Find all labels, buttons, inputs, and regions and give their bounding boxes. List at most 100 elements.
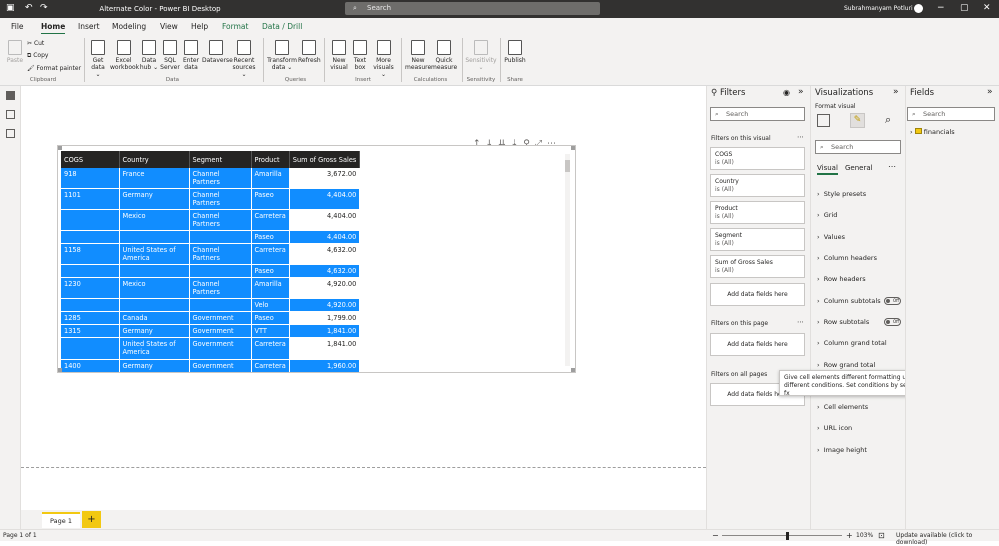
table-row[interactable]: 918 France Channel Partners Amarilla 3,672.0… — [61, 168, 361, 189]
table-cell-product[interactable]: VTT — [251, 373, 289, 374]
table-row[interactable]: 1101 Germany Channel Partners Paseo 4,404.00 — [61, 188, 361, 210]
table-cell-cogs[interactable] — [61, 298, 120, 312]
table-cell-country[interactable]: Germany — [119, 359, 190, 372]
add-page-button[interactable]: + — [82, 511, 101, 528]
zoom-slider-thumb[interactable] — [786, 532, 789, 540]
table-cell-cogs[interactable] — [61, 337, 120, 360]
table-cell-segment[interactable] — [189, 298, 252, 312]
row-subtotals-section[interactable]: › Row subtotals — [817, 318, 869, 326]
table-cell-cogs[interactable]: 1230 — [61, 277, 120, 299]
more-options-icon[interactable]: ⋯ — [797, 133, 804, 141]
menu-file[interactable]: File — [11, 22, 24, 31]
zoom-slider[interactable] — [722, 535, 842, 536]
title-search-input[interactable]: ⌕ Search — [345, 2, 600, 15]
quick-measure-button[interactable]: Quick measure — [431, 40, 457, 71]
filter-card[interactable]: Country is (All) — [710, 174, 805, 197]
row-subtotals-toggle[interactable]: Off — [884, 318, 901, 326]
url-icon-section[interactable]: › URL icon — [817, 424, 852, 432]
table-cell-sales[interactable]: 1,841.00 — [289, 337, 361, 360]
table-cell-segment[interactable]: Channel Partners — [189, 209, 252, 231]
collapse-pane-icon[interactable]: » — [987, 87, 993, 97]
more-options-icon[interactable]: ⋯ — [888, 162, 896, 171]
build-visual-icon[interactable] — [817, 114, 830, 127]
model-view-icon[interactable] — [6, 129, 15, 138]
table-cell-product[interactable]: Carretera — [251, 359, 290, 372]
table-row[interactable]: 1315 Germany Government VTT 1,841.00 — [61, 324, 361, 338]
table-cell-cogs[interactable] — [61, 209, 120, 231]
collapse-pane-icon[interactable]: » — [893, 87, 899, 97]
table-cell-sales[interactable]: 4,404.00 — [289, 188, 361, 210]
table-cell-product[interactable]: Paseo — [251, 230, 290, 244]
report-view-icon[interactable] — [6, 91, 15, 100]
table-cell-cogs[interactable]: 1285 — [61, 311, 120, 325]
table-cell-country[interactable]: Canada — [119, 311, 190, 325]
table-cell-country[interactable] — [119, 298, 190, 312]
collapse-pane-icon[interactable]: » — [798, 87, 804, 97]
menu-insert[interactable]: Insert — [78, 22, 100, 31]
table-row[interactable]: 1158 United States of America Channel Part… — [61, 243, 361, 265]
excel-workbook-button[interactable]: Excel workbook — [110, 40, 139, 71]
table-cell-country[interactable]: Mexico — [119, 277, 190, 299]
zoom-in-icon[interactable]: + — [846, 531, 853, 540]
table-cell-country[interactable] — [119, 264, 190, 278]
table-cell-segment[interactable]: Channel Partners — [189, 168, 252, 189]
filter-card[interactable]: Sum of Gross Sales is (All) — [710, 255, 805, 278]
format-paint-icon[interactable]: ✎ — [850, 113, 865, 128]
grid-section[interactable]: › Grid — [817, 211, 837, 219]
table-row[interactable]: 1230 Mexico Channel Partners Amarilla 4,920.… — [61, 277, 361, 299]
update-available-link[interactable]: Update available (click to download) — [896, 532, 999, 546]
table-cell-product[interactable]: Velo — [251, 298, 290, 312]
row-headers-section[interactable]: › Row headers — [817, 275, 866, 283]
table-cell-product[interactable]: Carretera — [251, 209, 290, 231]
table-cell-product[interactable]: Amarilla — [251, 168, 290, 189]
table-row[interactable]: Paseo 4,632.00 — [61, 264, 361, 278]
column-subtotals-section[interactable]: › Column subtotals — [817, 297, 881, 305]
table-cell-cogs[interactable]: 1315 — [61, 324, 120, 338]
filter-card[interactable]: COGS is (All) — [710, 147, 805, 170]
page-tab[interactable]: Page 1 — [42, 512, 80, 528]
table-cell-product[interactable]: Carretera — [251, 243, 290, 265]
column-header[interactable]: Segment — [189, 151, 252, 168]
sql-server-button[interactable]: SQL Server — [160, 40, 180, 71]
table-cell-product[interactable]: Amarilla — [251, 277, 290, 299]
column-header[interactable]: Sum of Gross Sales — [289, 151, 361, 168]
format-painter-button[interactable]: 🖌 Format painter — [27, 65, 81, 72]
cut-button[interactable]: ✂ Cut — [27, 40, 44, 47]
fit-to-page-icon[interactable]: ⊡ — [878, 531, 885, 540]
data-view-icon[interactable] — [6, 110, 15, 119]
paste-button[interactable]: Paste — [6, 40, 24, 64]
copy-button[interactable]: ⧉ Copy — [27, 52, 48, 60]
tab-visual[interactable]: Visual — [817, 164, 838, 175]
column-headers-section[interactable]: › Column headers — [817, 254, 877, 262]
resize-handle[interactable] — [571, 146, 575, 150]
table-row[interactable]: Paseo 4,404.00 — [61, 230, 361, 244]
filter-card[interactable]: Product is (All) — [710, 201, 805, 224]
zoom-out-icon[interactable]: − — [712, 531, 719, 540]
table-cell-sales[interactable]: 4,632.00 — [289, 243, 361, 265]
add-page-filter-field[interactable]: Add data fields here — [710, 333, 805, 356]
dataverse-button[interactable]: Dataverse — [202, 40, 233, 64]
table-cell-country[interactable]: United States of America — [119, 243, 190, 265]
table-cell-country[interactable]: France — [119, 168, 190, 189]
table-cell-cogs[interactable] — [61, 264, 120, 278]
sensitivity-button[interactable]: Sensitivity ⌄ — [465, 40, 497, 71]
table-cell-segment[interactable]: Channel Partners — [189, 277, 252, 299]
close-icon[interactable]: ✕ — [983, 3, 991, 13]
table-cell-product[interactable]: Carretera — [251, 337, 290, 360]
new-measure-button[interactable]: New measure — [405, 40, 431, 71]
enter-data-button[interactable]: Enter data — [181, 40, 201, 71]
table-cell-sales[interactable]: 4,404.00 — [289, 230, 361, 244]
table-row[interactable]: United States of America Government Carret… — [61, 337, 361, 360]
menu-format[interactable]: Format — [222, 22, 248, 31]
table-row[interactable]: Velo 4,920.00 — [61, 298, 361, 312]
table-cell-sales[interactable]: 4,920.00 — [289, 277, 361, 299]
table-cell-segment[interactable]: Government — [189, 337, 252, 360]
recent-sources-button[interactable]: Recent sources ⌄ — [230, 40, 258, 78]
filter-card[interactable]: Segment is (All) — [710, 228, 805, 251]
column-header[interactable]: COGS — [61, 151, 120, 168]
more-options-icon[interactable]: ⋯ — [797, 318, 804, 326]
image-height-section[interactable]: › Image height — [817, 446, 867, 454]
table-cell-product[interactable]: Paseo — [251, 264, 290, 278]
table-cell-segment[interactable]: Channel Partners — [189, 188, 252, 210]
table-cell-product[interactable]: Paseo — [251, 311, 290, 325]
